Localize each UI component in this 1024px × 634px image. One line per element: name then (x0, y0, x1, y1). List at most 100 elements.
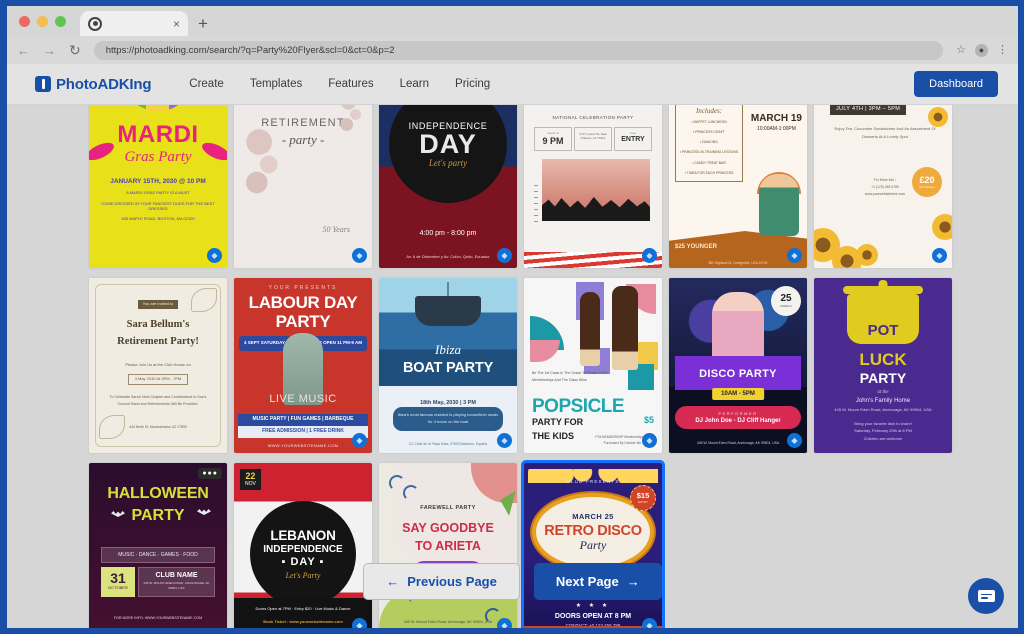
arrow-right-icon: → (626, 574, 640, 589)
poster-subtitle-line2: THE KIDS (532, 430, 575, 441)
nav-item-learn[interactable]: Learn (400, 78, 429, 90)
poster-kicker: CLUB PRESENTS (566, 479, 620, 484)
close-tab-icon[interactable]: × (173, 18, 180, 30)
poster-features-strip: MUSIC · DANCE · GAMES · FOOD (101, 547, 215, 563)
poster-note-line1: Bring your favorite dish to share! (854, 421, 912, 426)
previous-page-button[interactable]: ← Previous Page (363, 563, 520, 600)
template-card-lebanon-independence[interactable]: 22 NOV LEBANON INDEPENDENCE ▪ DAY ▪ Let'… (234, 463, 372, 628)
toolbar-actions: ☆ ● ⋮ (956, 43, 1008, 57)
card-menu-dots-icon[interactable]: ●●● (198, 468, 222, 479)
badge-shape: INDEPENDENCE DAY Let's party (389, 105, 507, 203)
poster-subtitle-line1: PARTY FOR (532, 417, 584, 427)
poster-band-2: FREE ADMISSION | 1 FREE DRINK (238, 426, 368, 438)
minimize-window-button[interactable] (37, 15, 48, 27)
bookmark-star-icon[interactable]: ☆ (956, 44, 966, 56)
cell-value: ENTRY (621, 135, 645, 143)
address-bar[interactable]: https://photoadking.com/search/?q=Party%… (93, 40, 944, 60)
poster-venue: John's Family Home (855, 398, 911, 404)
template-card-retirement[interactable]: RETIREMENT - party - 50 Years (234, 105, 372, 268)
nav-item-pricing[interactable]: Pricing (455, 78, 490, 90)
sunflower-icon (856, 244, 878, 266)
app-frame: × + ← → ↻ https://photoadking.com/search… (0, 0, 1024, 634)
template-card-halloween-party[interactable]: HALLOWEEN PARTY MUSIC · DANCE · GAMES · … (89, 463, 227, 628)
template-card-independence-day[interactable]: INDEPENDENCE DAY Let's party 4:00 pm - 8… (379, 105, 517, 268)
seal-sub: Per Person (919, 184, 935, 189)
poster-title: BOAT PARTY (402, 360, 494, 376)
forward-icon[interactable]: → (43, 44, 56, 57)
new-tab-icon[interactable]: + (198, 15, 208, 32)
main-navigation: Create Templates Features Learn Pricing (189, 78, 490, 90)
template-card-national-celebration[interactable]: NATIONAL CELEBRATION PARTY Starts at 9 P… (524, 105, 662, 268)
template-card-ibiza-boat-party[interactable]: Ibiza BOAT PARTY 18th May, 2030 | 3 PM I… (379, 278, 517, 453)
template-card-pot-luck-party[interactable]: POT LUCK PARTY at the John's Family Home… (814, 278, 952, 453)
princess-illustration-icon (759, 174, 799, 236)
poster-band-1: MUSIC PARTY | FUN GAMES | BARBEQUE (238, 414, 368, 426)
template-card-princess-party[interactable]: Includes: • BUFFET LUNCHEON • PRINCESS C… (669, 105, 807, 268)
browser-menu-icon[interactable]: ⋮ (997, 44, 1008, 56)
poster-word-party: PARTY (859, 370, 907, 386)
browser-toolbar: ← → ↻ https://photoadking.com/search/?q=… (7, 36, 1018, 64)
template-card-labour-day[interactable]: YOUR PRESENTS LABOUR DAY PARTY 4 SEPT SA… (234, 278, 372, 453)
dancers-photo-icon (712, 292, 764, 366)
template-card-popsicle-party[interactable]: Be The 1st Class In The Grade To Reach 1… (524, 278, 662, 453)
premium-diamond-icon (642, 618, 657, 628)
template-card-mardi[interactable]: MARDI Gras Party JANUARY 15TH, 2030 @ 10… (89, 105, 227, 268)
floral-decoration-icon (334, 105, 370, 137)
template-card-farewell-party[interactable]: FAREWELL PARTY SAY GOODBYE TO ARIETA Fri… (379, 463, 517, 628)
premium-diamond-icon (352, 433, 367, 448)
premium-diamond-icon (352, 618, 367, 628)
template-preview: 22 NOV LEBANON INDEPENDENCE ▪ DAY ▪ Let'… (234, 463, 372, 628)
poster-date: MARCH 19 (750, 113, 802, 124)
logo-mark-icon (35, 76, 51, 92)
template-grid: MARDI Gras Party JANUARY 15TH, 2030 @ 10… (7, 105, 1018, 628)
site-header: PhotoADKIng Create Templates Features Le… (7, 64, 1018, 105)
chat-support-button[interactable] (968, 578, 1004, 614)
maximize-window-button[interactable] (55, 15, 66, 27)
site-logo[interactable]: PhotoADKIng (35, 76, 151, 93)
template-card-disco-party[interactable]: 25 MARCH DISCO PARTY 10AM - 5PM PERFORME… (669, 278, 807, 453)
performer-names: DJ John Doe - DJ Cliff Hanger (695, 418, 781, 424)
template-preview: FAREWELL PARTY SAY GOODBYE TO ARIETA Fri… (379, 463, 517, 628)
poster-title-band: DISCO PARTY (675, 356, 801, 390)
date-badge: 25 MARCH (771, 286, 801, 316)
performer-label: PERFORMER (718, 411, 758, 416)
poster-date: JANUARY 15TH, 2030 @ 10 PM (110, 177, 206, 185)
nav-item-create[interactable]: Create (189, 78, 224, 90)
info-cell: Free ENTRY (614, 127, 652, 151)
template-card-retro-disco-party[interactable]: CLUB PRESENTS $15 ENTRY MARCH 25 RETRO D… (521, 460, 665, 628)
template-preview: You are invited to Sara Bellum's Retirem… (89, 278, 227, 453)
premium-diamond-icon (497, 248, 512, 263)
popsicle-icon (612, 286, 638, 370)
reload-icon[interactable]: ↻ (69, 43, 81, 57)
includes-item: • TIARA FOR EACH PRINCESS (684, 170, 734, 175)
template-preview: JULY 4TH | 3PM – 5PM Enjoy Tea, Cucumber… (814, 105, 952, 268)
poster-date-bar: JULY 4TH | 3PM – 5PM (830, 105, 907, 115)
boat-icon (415, 296, 481, 326)
poster-big-word: DAY (419, 128, 477, 159)
dashboard-button[interactable]: Dashboard (914, 71, 998, 97)
template-preview: NATIONAL CELEBRATION PARTY Starts at 9 P… (524, 105, 662, 268)
mask-decoration-icon (123, 105, 193, 111)
profile-avatar-icon[interactable]: ● (975, 43, 988, 57)
close-window-button[interactable] (19, 15, 30, 27)
poster-date: MARCH 25 (572, 511, 614, 521)
next-page-button[interactable]: Next Page → (533, 563, 662, 600)
browser-tabstrip: × + (7, 6, 1018, 36)
template-card-sara-retirement[interactable]: You are invited to Sara Bellum's Retirem… (89, 278, 227, 453)
poster-price: $5 (643, 415, 654, 425)
price-seal: £20 Per Person (912, 167, 942, 197)
poster-live-music: LIVE MUSIC (269, 393, 337, 406)
poster-title-line2: INDEPENDENCE (263, 544, 343, 555)
back-icon[interactable]: ← (17, 44, 30, 57)
poster-title: NATIONAL CELEBRATION PARTY (552, 115, 634, 120)
info-cell: Starts at 9 PM (534, 127, 572, 151)
cell-value: 9 PM (542, 135, 564, 146)
browser-tab[interactable]: × (80, 11, 188, 36)
nav-item-features[interactable]: Features (328, 78, 373, 90)
poster-kicker: YOUR PRESENTS (268, 285, 338, 291)
nav-item-templates[interactable]: Templates (250, 78, 302, 90)
template-preview: YOUR PRESENTS LABOUR DAY PARTY 4 SEPT SA… (234, 278, 372, 453)
template-card-july-4th[interactable]: JULY 4TH | 3PM – 5PM Enjoy Tea, Cucumber… (814, 105, 952, 268)
poster-title-line1: HALLOWEEN (107, 485, 209, 502)
arrow-left-icon: ← (386, 574, 400, 589)
